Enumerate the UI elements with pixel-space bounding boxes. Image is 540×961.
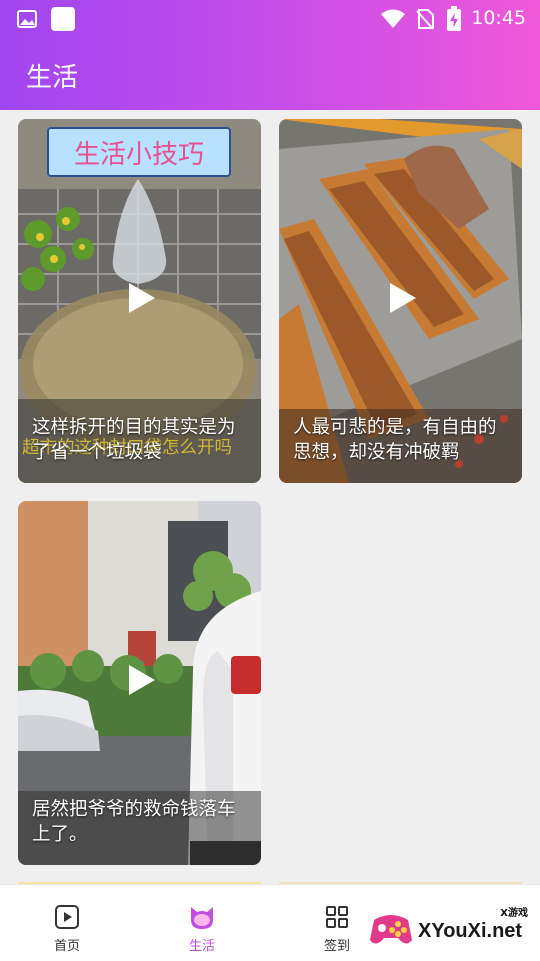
gamepad-logo-icon: [370, 915, 412, 944]
site-watermark: X游戏 XYouXi.net: [368, 898, 534, 956]
play-icon: [390, 283, 416, 313]
cat-face-icon: [191, 907, 213, 929]
video-title: 居然把爷爷的救命钱落车上了。: [32, 799, 236, 845]
video-card-3[interactable]: 居然把爷爷的救命钱落车上了。: [18, 501, 261, 865]
status-bar: 10:45: [0, 0, 540, 38]
clock: 10:45: [471, 7, 526, 29]
no-sim-icon: [416, 9, 434, 30]
tab-life-label: 生活: [188, 939, 215, 954]
tab-home-label: 首页: [53, 939, 80, 954]
play-icon: [129, 283, 155, 313]
watermark-brand: XYouXi.net: [418, 920, 523, 942]
tab-life[interactable]: 生活: [152, 885, 252, 961]
page-title: 生活: [26, 63, 79, 93]
video-card-2[interactable]: 人最可悲的是，有自由的思想，却没有冲破羁: [279, 119, 522, 483]
play-square-icon: [55, 905, 79, 929]
video-title: 人最可悲的是，有自由的思想，却没有冲破羁: [293, 417, 497, 463]
grid-icon: [326, 906, 348, 928]
video-card-1[interactable]: 生活小技巧 超市的这种封口袋怎么开吗 这样拆开的目的其实是为了省一个垃圾袋: [18, 119, 261, 483]
app-bar: 生活: [0, 38, 540, 110]
battery-charging-icon: [447, 6, 461, 31]
thumbnail-title-text: 生活小技巧: [73, 140, 204, 170]
video-title: 这样拆开的目的其实是为了省一个垃圾袋: [32, 417, 236, 463]
app-notification-icon: [51, 7, 75, 31]
play-icon: [129, 665, 155, 695]
tab-home[interactable]: 首页: [17, 885, 117, 961]
watermark-tag: X游戏: [500, 908, 528, 919]
wifi-icon: [381, 9, 405, 28]
gallery-icon: [17, 10, 37, 28]
